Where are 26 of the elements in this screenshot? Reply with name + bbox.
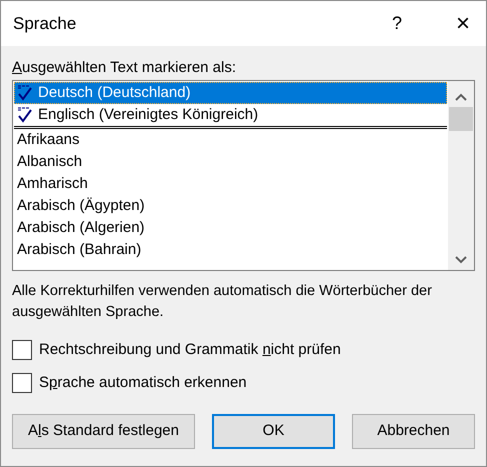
scrollbar[interactable] [448, 81, 474, 270]
checkbox-label: Rechtschreibung und Grammatik nicht prüfen [39, 340, 341, 360]
language-item[interactable]: Englisch (Vereinigtes Königreich) [14, 104, 447, 126]
list-label: Ausgewählten Text markieren als: [12, 58, 238, 78]
language-item[interactable]: Deutsch (Deutschland) [14, 82, 447, 104]
scroll-thumb[interactable] [449, 107, 473, 131]
info-text: Alle Korrekturhilfen verwenden automatisch die Wörterbücher der ausgewählten Sprache. [12, 282, 433, 322]
dialog-button[interactable]: OK [212, 414, 335, 449]
dialog-button[interactable]: Abbrechen [352, 414, 475, 449]
checkbox[interactable] [12, 372, 32, 393]
checkbox-label: Sprache automatisch erkennen [39, 372, 247, 392]
spellcheck-icon [17, 85, 33, 101]
language-item[interactable]: Arabisch (Bahrain) [14, 239, 447, 261]
checkbox[interactable] [12, 340, 32, 360]
language-item[interactable]: Albanisch [14, 151, 447, 173]
window-title: Sprache [13, 12, 78, 35]
scroll-down-icon[interactable] [455, 256, 467, 264]
dialog-button[interactable]: Als Standard festlegen [12, 414, 195, 449]
scroll-up-icon[interactable] [455, 93, 467, 101]
close-button[interactable]: × [440, 4, 486, 44]
spellcheck-icon [17, 107, 33, 123]
help-button[interactable]: ? [374, 4, 420, 44]
language-item[interactable]: Arabisch (Ägypten) [14, 195, 447, 217]
language-item[interactable]: Amharisch [14, 173, 447, 195]
language-item[interactable]: Arabisch (Algerien) [14, 217, 447, 239]
language-item[interactable]: Afrikaans [14, 129, 447, 151]
